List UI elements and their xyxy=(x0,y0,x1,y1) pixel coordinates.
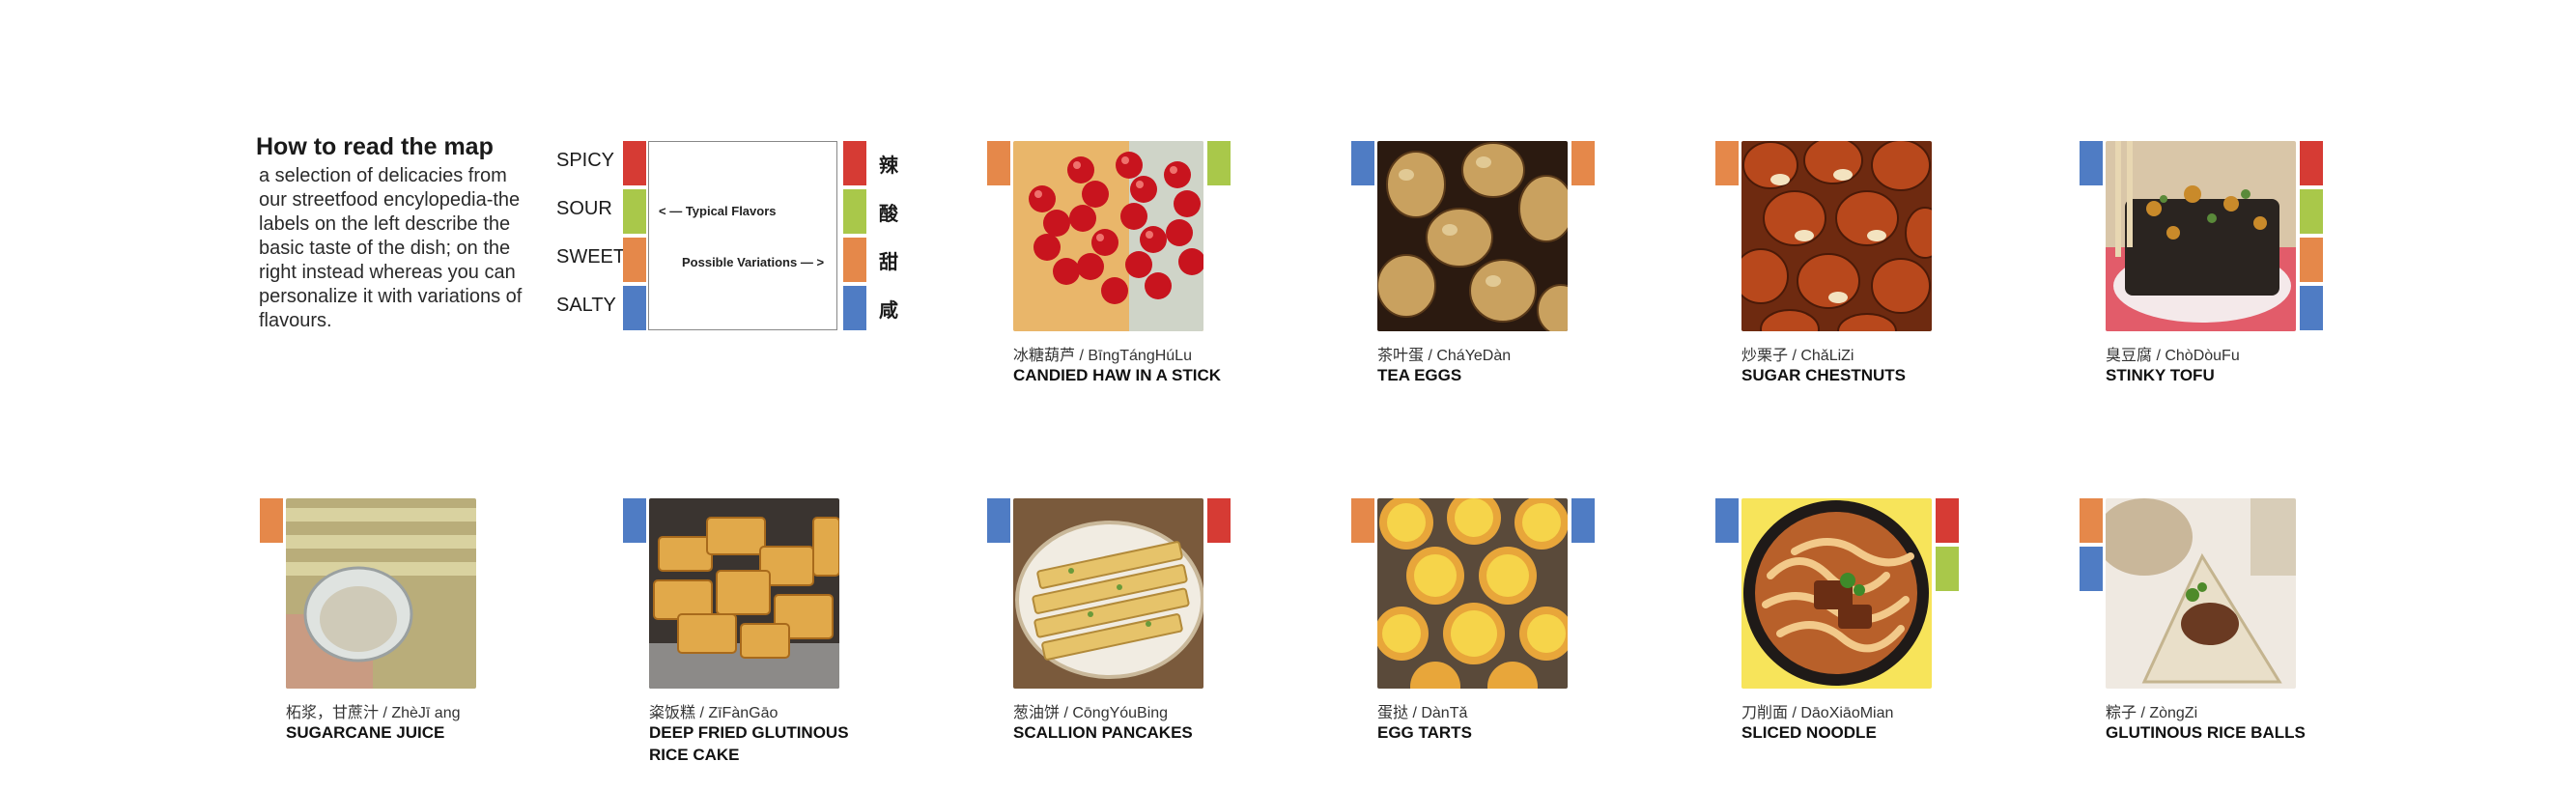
food-4-variation-salty xyxy=(2300,286,2323,330)
chinese-char-sweet: 甜 xyxy=(879,252,898,273)
food-1-english-name: CANDIED HAW IN A STICK xyxy=(1013,366,1222,384)
flavor-label-spicy: SPICY xyxy=(556,150,615,171)
food-1-chinese-name: 冰糖葫芦 / BīngTángHúLu xyxy=(1013,348,1192,364)
food-3-typical-sweet xyxy=(1715,141,1739,185)
food-8-typical-sweet xyxy=(1351,498,1374,543)
sliced-noodle-photo xyxy=(1741,498,1932,689)
food-9-variation-spicy xyxy=(1936,498,1959,543)
scallion-pancake-photo xyxy=(1013,498,1203,689)
food-7-english-name: SCALLION PANCAKES xyxy=(1013,723,1193,742)
food-7-chinese-name: 葱油饼 / CōngYóuBing xyxy=(1013,705,1169,721)
legend-swatch-sweet-right xyxy=(843,238,866,282)
food-2-typical-salty xyxy=(1351,141,1374,185)
legend-title: How to read the map xyxy=(256,133,494,160)
sugarcane-juice-photo xyxy=(286,498,476,689)
legend-swatch-salty-left xyxy=(623,286,646,330)
legend-swatch-sour-left xyxy=(623,189,646,234)
food-9-variation-sour xyxy=(1936,547,1959,591)
legend-swatch-sweet-left xyxy=(623,238,646,282)
food-2-english-name: TEA EGGS xyxy=(1377,366,1462,384)
rice-cake-photo xyxy=(649,498,839,689)
chinese-char-sour: 酸 xyxy=(879,204,898,225)
chinese-char-spicy: 辣 xyxy=(879,155,898,177)
food-9-typical-salty xyxy=(1715,498,1739,543)
flavor-label-salty: SALTY xyxy=(556,295,616,316)
chinese-char-salty: 咸 xyxy=(879,300,898,322)
stinky-tofu-photo xyxy=(2106,141,2296,331)
legend-swatch-spicy-right xyxy=(843,141,866,185)
food-5-english-name: SUGARCANE JUICE xyxy=(286,723,445,742)
food-9-english-name: SLICED NOODLE xyxy=(1741,723,1877,742)
legend-description: a selection of delicacies from our stree… xyxy=(259,165,523,331)
typical-flavors-label: < — Typical Flavors xyxy=(659,204,777,218)
rice-balls-photo xyxy=(2106,498,2296,689)
tea-eggs-photo xyxy=(1377,141,1568,331)
food-4-chinese-name: 臭豆腐 / ChòDòuFu xyxy=(2106,348,2240,364)
candied-haw-photo xyxy=(1013,141,1203,331)
food-8-english-name: EGG TARTS xyxy=(1377,723,1472,742)
legend-swatch-sour-right xyxy=(843,189,866,234)
food-3-english-name: SUGAR CHESTNUTS xyxy=(1741,366,1907,384)
food-2-chinese-name: 茶叶蛋 / CháYeDàn xyxy=(1377,348,1512,364)
food-6-chinese-name: 粢饭糕 / ZīFànGāo xyxy=(649,705,778,721)
food-4-variation-sweet xyxy=(2300,238,2323,282)
food-4-english-name: STINKY TOFU xyxy=(2106,366,2215,384)
chestnuts-photo xyxy=(1741,141,1932,331)
food-6-english-name: DEEP FRIED GLUTINOUS RICE CAKE xyxy=(649,723,849,764)
flavor-label-sweet: SWEET xyxy=(556,246,626,268)
food-10-typical-sweet xyxy=(2080,498,2103,543)
food-1-typical-sweet xyxy=(987,141,1010,185)
food-5-chinese-name: 柘浆，甘蔗汁 / ZhèJī ang xyxy=(286,705,461,721)
food-4-variation-spicy xyxy=(2300,141,2323,185)
legend-swatch-spicy-left xyxy=(623,141,646,185)
food-7-typical-salty xyxy=(987,498,1010,543)
food-10-typical-salty xyxy=(2080,547,2103,591)
food-8-chinese-name: 蛋挞 / DànTǎ xyxy=(1377,705,1468,721)
food-9-chinese-name: 刀削面 / DāoXiāoMian xyxy=(1741,705,1894,721)
food-10-english-name: GLUTINOUS RICE BALLS xyxy=(2106,723,2306,742)
food-2-variation-sweet xyxy=(1571,141,1595,185)
food-1-variation-sour xyxy=(1207,141,1231,185)
egg-tarts-photo xyxy=(1377,498,1568,689)
flavor-label-sour: SOUR xyxy=(556,198,612,219)
legend-example-box: < — Typical Flavors Possible Variations … xyxy=(648,141,837,330)
food-4-typical-salty xyxy=(2080,141,2103,185)
food-8-variation-salty xyxy=(1571,498,1595,543)
food-6-typical-salty xyxy=(623,498,646,543)
legend-swatch-salty-right xyxy=(843,286,866,330)
food-10-chinese-name: 粽子 / ZòngZi xyxy=(2106,705,2198,721)
food-4-variation-sour xyxy=(2300,189,2323,234)
food-5-typical-sweet xyxy=(260,498,283,543)
food-7-variation-spicy xyxy=(1207,498,1231,543)
food-3-chinese-name: 炒栗子 / ChǎLiZi xyxy=(1741,348,1854,364)
possible-variations-label: Possible Variations — > xyxy=(682,255,825,269)
